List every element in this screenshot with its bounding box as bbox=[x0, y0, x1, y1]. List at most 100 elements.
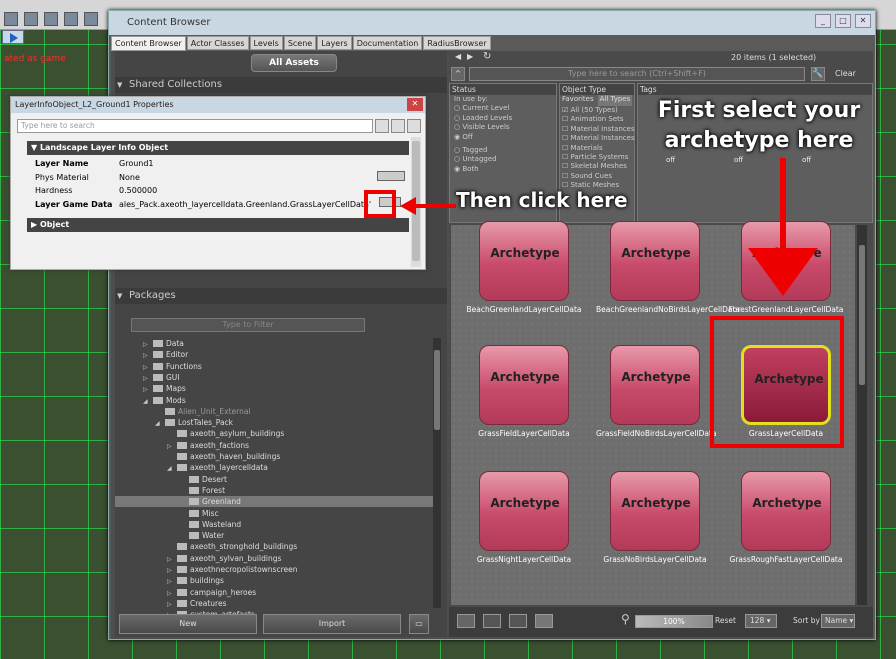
tab-actor-classes[interactable]: Actor Classes bbox=[186, 36, 249, 50]
package-filter-input[interactable]: Type to Filter bbox=[131, 318, 365, 332]
type-option[interactable]: ☐ Material Instances bbox=[560, 134, 635, 143]
property-value[interactable]: ales_Pack.axeoth_layercelldata.Greenland… bbox=[119, 198, 371, 211]
tree-item[interactable]: axeoth_haven_buildings bbox=[167, 451, 433, 462]
checkbox-icon[interactable]: ☐ bbox=[562, 172, 568, 180]
tab-content-browser[interactable]: Content Browser bbox=[111, 36, 186, 51]
shared-collections-header[interactable]: Shared Collections bbox=[115, 77, 447, 93]
save-icon[interactable] bbox=[4, 12, 18, 26]
property-row[interactable]: Layer Game Data ales_Pack.axeoth_layercel… bbox=[27, 198, 409, 211]
property-value[interactable]: 0.500000 bbox=[119, 184, 157, 197]
tree-item[interactable]: ▷ buildings bbox=[167, 575, 433, 586]
close-icon[interactable]: ✕ bbox=[407, 98, 423, 111]
tree-item[interactable]: Misc bbox=[179, 508, 433, 519]
level-icon[interactable] bbox=[84, 12, 98, 26]
asset-tile[interactable]: Archetype GrassFieldNoBirdsLayerCellData bbox=[596, 335, 717, 453]
redo-icon[interactable] bbox=[44, 12, 58, 26]
asset-search-input[interactable]: Type here to search (Ctrl+Shift+F) bbox=[469, 67, 805, 81]
archetype-thumbnail[interactable]: Archetype bbox=[610, 221, 700, 301]
size-select[interactable]: 128 ▾ bbox=[745, 614, 777, 628]
browser-icon[interactable] bbox=[64, 12, 78, 26]
type-option[interactable]: ☐ Materials bbox=[560, 144, 634, 153]
undo-icon[interactable] bbox=[24, 12, 38, 26]
properties-search-input[interactable]: Type here to search bbox=[17, 119, 373, 133]
search-options-icon[interactable]: 🔧 bbox=[811, 67, 825, 81]
tree-item[interactable]: Alien_Unit_External bbox=[155, 406, 433, 417]
tree-item[interactable]: Water bbox=[179, 530, 433, 541]
tag-option[interactable]: ◉ Both bbox=[450, 165, 556, 174]
minimize-icon[interactable]: _ bbox=[815, 14, 831, 28]
checkbox-icon[interactable]: ☐ bbox=[562, 153, 568, 161]
asset-tile[interactable]: Archetype BeachGreenlandNoBirdsLayerCellD… bbox=[596, 211, 740, 329]
import-button[interactable]: Import bbox=[263, 614, 401, 634]
packages-header[interactable]: Packages bbox=[115, 288, 447, 304]
tree-item[interactable]: ▷ axeoth_factions bbox=[167, 440, 433, 451]
property-row[interactable]: Hardness 0.500000 bbox=[27, 184, 409, 197]
status-option[interactable]: ○ Current Level bbox=[450, 104, 556, 113]
tree-item[interactable]: Desert bbox=[179, 474, 433, 485]
forward-icon[interactable]: ▶ bbox=[467, 52, 473, 61]
group-object[interactable]: ▶ Object bbox=[27, 218, 409, 232]
asset-tile[interactable]: Archetype BeachGreenlandLayerCellData bbox=[465, 211, 583, 329]
zoom-slider[interactable]: 100% bbox=[635, 615, 713, 628]
expand-icon[interactable]: ◢ bbox=[167, 463, 177, 474]
archetype-thumbnail[interactable]: Archetype bbox=[610, 345, 700, 425]
use-selected-icon[interactable] bbox=[377, 171, 405, 181]
checkbox-icon[interactable]: ☑ bbox=[562, 106, 568, 114]
property-row[interactable]: Layer Name Ground1 bbox=[27, 157, 409, 170]
checkbox-icon[interactable]: ☐ bbox=[562, 162, 568, 170]
refresh-icon[interactable]: ↻ bbox=[483, 51, 491, 62]
archetype-thumbnail[interactable]: Archetype bbox=[479, 221, 569, 301]
tab-levels[interactable]: Levels bbox=[249, 36, 283, 50]
tree-item[interactable]: ▷ Creatures bbox=[167, 598, 433, 609]
copy-icon[interactable] bbox=[391, 119, 405, 133]
property-row[interactable]: Phys Material None bbox=[27, 171, 409, 184]
view-split-icon[interactable] bbox=[483, 614, 501, 628]
back-icon[interactable]: ◀ bbox=[455, 52, 461, 61]
view-list-icon[interactable] bbox=[457, 614, 475, 628]
archetype-thumbnail[interactable]: Archetype bbox=[479, 471, 569, 551]
status-option[interactable]: ◉ Off bbox=[450, 133, 556, 142]
tree-item[interactable]: ▷ axeothnecropolistownscreen bbox=[167, 564, 433, 575]
tab-radiusbrowser[interactable]: RadiusBrowser bbox=[423, 36, 491, 50]
clear-button[interactable]: Clear bbox=[835, 69, 856, 78]
property-value[interactable]: None bbox=[119, 171, 140, 184]
archetype-thumbnail[interactable]: Archetype bbox=[479, 345, 569, 425]
new-button[interactable]: New bbox=[119, 614, 257, 634]
property-value[interactable]: Ground1 bbox=[119, 157, 154, 170]
type-option[interactable]: ☐ Skeletal Meshes bbox=[560, 162, 634, 171]
tree-scrollbar[interactable] bbox=[433, 338, 441, 608]
type-option[interactable]: ☑ All (50 Types) bbox=[560, 106, 634, 115]
type-option[interactable]: ☐ Particle Systems bbox=[560, 153, 634, 162]
expand-icon[interactable]: ◢ bbox=[155, 418, 165, 429]
reset-button[interactable]: Reset bbox=[715, 616, 736, 625]
type-option[interactable]: ☐ Animation Sets bbox=[560, 115, 634, 124]
radio-icon[interactable]: ◉ bbox=[454, 165, 460, 173]
type-option[interactable]: ☐ Sound Cues bbox=[560, 172, 634, 181]
tree-item[interactable]: ▷ Editor bbox=[143, 349, 433, 360]
radio-icon[interactable]: ○ bbox=[454, 146, 460, 154]
folder-icon[interactable]: ▭ bbox=[409, 614, 429, 634]
radio-icon[interactable]: ○ bbox=[454, 114, 460, 122]
tag-option[interactable]: ○ Tagged bbox=[450, 146, 556, 155]
type-option[interactable]: ☐ Material Instances bbox=[560, 125, 635, 134]
tab-documentation[interactable]: Documentation bbox=[352, 36, 423, 50]
asset-tile[interactable]: Archetype GrassNightLayerCellData bbox=[465, 461, 583, 579]
asset-tile[interactable]: Archetype GrassNoBirdsLayerCellData bbox=[596, 461, 714, 579]
checkbox-icon[interactable]: ☐ bbox=[562, 125, 568, 133]
sort-select[interactable]: Name ▾ bbox=[821, 614, 855, 628]
asset-tile[interactable]: Archetype GrassRoughFastLayerCellData bbox=[727, 461, 845, 579]
tree-item[interactable]: Forest bbox=[179, 485, 433, 496]
radio-icon[interactable]: ○ bbox=[454, 155, 460, 163]
grid-scrollbar[interactable] bbox=[857, 225, 867, 605]
tree-item[interactable]: axeoth_stronghold_buildings bbox=[167, 541, 433, 552]
expand-icon[interactable]: ◢ bbox=[143, 396, 153, 407]
tree-item[interactable]: ▷ campaign_heroes bbox=[167, 587, 433, 598]
status-option[interactable]: ○ Visible Levels bbox=[450, 123, 556, 132]
favorites-tab[interactable]: Favorites bbox=[562, 95, 594, 106]
play-icon[interactable] bbox=[2, 30, 24, 44]
radio-icon[interactable]: ○ bbox=[454, 104, 460, 112]
collapse-filter-icon[interactable]: ^ bbox=[451, 67, 465, 81]
maximize-icon[interactable]: □ bbox=[835, 14, 851, 28]
checkbox-icon[interactable]: ☐ bbox=[562, 144, 568, 152]
checkbox-icon[interactable]: ☐ bbox=[562, 134, 568, 142]
